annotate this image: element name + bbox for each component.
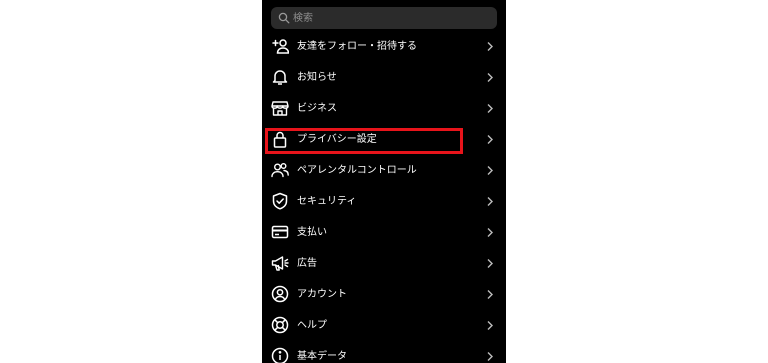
menu-item-help[interactable]: ヘルプ: [262, 310, 506, 341]
menu-item-label: お知らせ: [297, 72, 337, 83]
chevron-right-icon: [486, 72, 494, 83]
chevron-right-icon: [486, 258, 494, 269]
chevron-right-icon: [486, 41, 494, 52]
menu-item-account[interactable]: アカウント: [262, 279, 506, 310]
menu-item-label: セキュリティ: [297, 196, 357, 207]
credit-card-icon: [271, 223, 289, 241]
chevron-right-icon: [486, 196, 494, 207]
menu-item-ads[interactable]: 広告: [262, 248, 506, 279]
menu-item-label: ビジネス: [297, 103, 337, 114]
menu-item-security[interactable]: セキュリティ: [262, 186, 506, 217]
chevron-right-icon: [486, 134, 494, 145]
settings-screen: 友達をフォロー・招待する お知らせ ビジネス プライバシー設定 ペアレンタルコン…: [262, 0, 506, 363]
menu-item-label: アカウント: [297, 289, 347, 300]
info-icon: [271, 347, 289, 363]
search-input[interactable]: [293, 8, 489, 28]
add-person-icon: [271, 37, 289, 55]
lifebuoy-icon: [271, 316, 289, 334]
chevron-right-icon: [486, 289, 494, 300]
menu-item-parental-control[interactable]: ペアレンタルコントロール: [262, 155, 506, 186]
bell-icon: [271, 68, 289, 86]
menu-item-business[interactable]: ビジネス: [262, 93, 506, 124]
lock-icon: [271, 130, 289, 148]
menu-item-label: 友達をフォロー・招待する: [297, 41, 417, 52]
store-icon: [271, 99, 289, 117]
menu-item-label: 基本データ: [297, 351, 347, 362]
menu-item-follow-invite[interactable]: 友達をフォロー・招待する: [262, 31, 506, 62]
chevron-right-icon: [486, 103, 494, 114]
menu-item-notifications[interactable]: お知らせ: [262, 62, 506, 93]
chevron-right-icon: [486, 351, 494, 362]
menu-item-label: 広告: [297, 258, 317, 269]
menu-item-label: 支払い: [297, 227, 327, 238]
chevron-right-icon: [486, 227, 494, 238]
megaphone-icon: [271, 254, 289, 272]
menu-item-label: プライバシー設定: [297, 134, 377, 145]
menu-item-payments[interactable]: 支払い: [262, 217, 506, 248]
shield-icon: [271, 192, 289, 210]
menu-item-privacy[interactable]: プライバシー設定: [262, 124, 506, 155]
account-icon: [271, 285, 289, 303]
menu-item-label: ペアレンタルコントロール: [297, 165, 417, 176]
menu-item-label: ヘルプ: [297, 320, 327, 331]
menu-item-basic-data[interactable]: 基本データ: [262, 341, 506, 363]
people-icon: [271, 161, 289, 179]
search-icon: [278, 12, 290, 24]
chevron-right-icon: [486, 320, 494, 331]
search-bar[interactable]: [271, 7, 497, 29]
chevron-right-icon: [486, 165, 494, 176]
